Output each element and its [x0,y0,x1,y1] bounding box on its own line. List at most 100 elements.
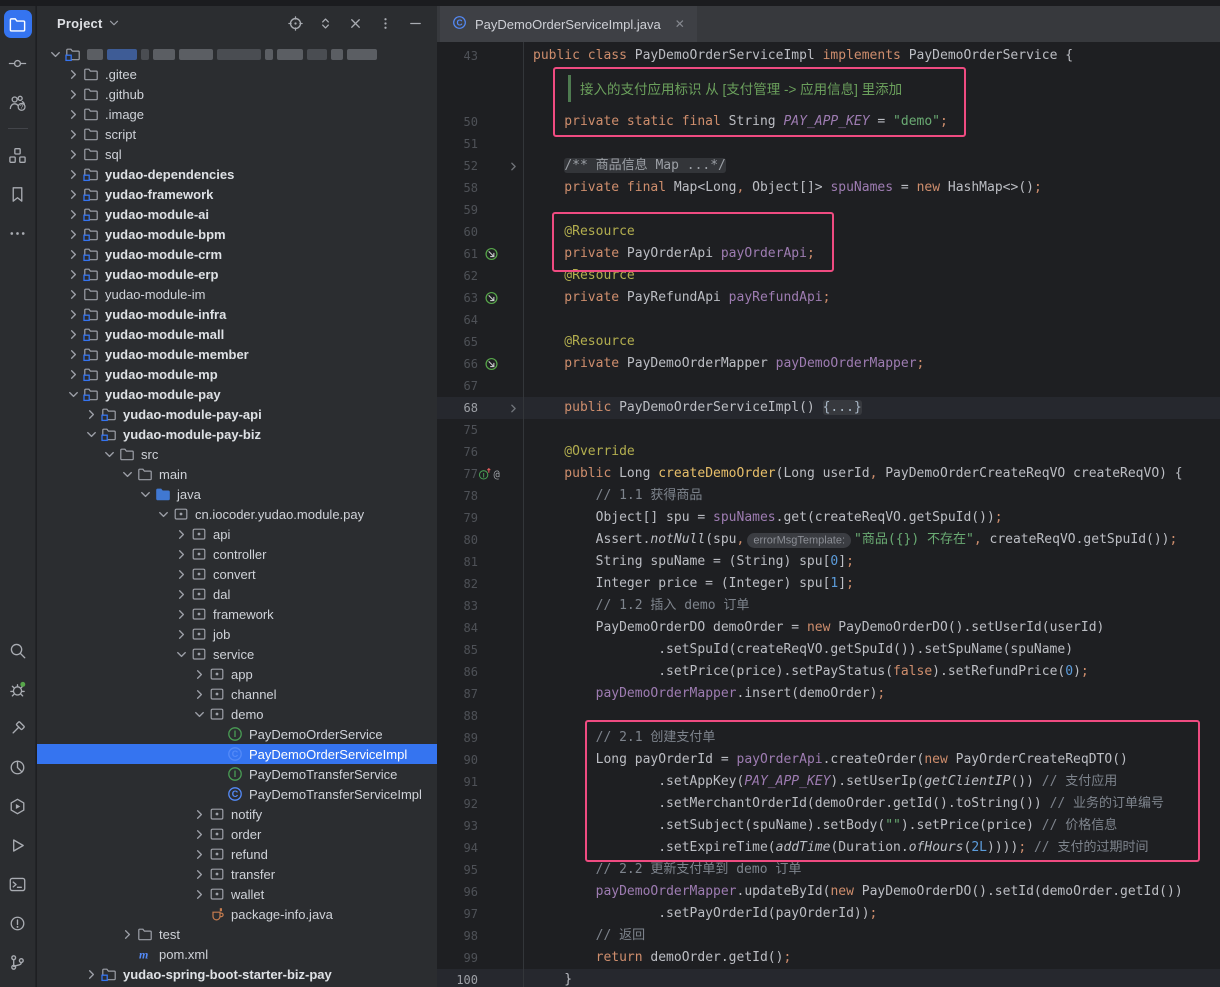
chevron-closed-icon[interactable] [173,526,190,542]
tree-item-yudao-module-erp[interactable]: yudao-module-erp [37,264,437,284]
chevron-open-icon[interactable] [155,506,172,522]
code-line-97[interactable]: 97 .setPayOrderId(payOrderId)); [437,903,1220,925]
tree-item-PayDemoTransferService[interactable]: IPayDemoTransferService [37,764,437,784]
tree-item-PayDemoTransferServiceImpl[interactable]: CPayDemoTransferServiceImpl [37,784,437,804]
build-icon[interactable] [4,714,32,742]
collapse-all-icon[interactable] [348,16,363,31]
chevron-closed-icon[interactable] [119,926,136,942]
tree-item-yudao-spring-boot-starter-biz-pay[interactable]: yudao-spring-boot-starter-biz-pay [37,964,437,984]
code-line-68[interactable]: 68 public PayDemoOrderServiceImpl() {...… [437,397,1220,419]
code-line-92[interactable]: 92 .setMerchantOrderId(demoOrder.getId()… [437,793,1220,815]
code-line-83[interactable]: 83 // 1.2 插入 demo 订单 [437,595,1220,617]
chevron-closed-icon[interactable] [65,246,82,262]
terminal-icon[interactable] [4,870,32,898]
code-line-84[interactable]: 84 PayDemoOrderDO demoOrder = new PayDem… [437,617,1220,639]
code-line-94[interactable]: 94 .setExpireTime(addTime(Duration.ofHou… [437,837,1220,859]
code-line-86[interactable]: 86 .setPrice(price).setPayStatus(false).… [437,661,1220,683]
code-line-60[interactable]: 60 @Resource [437,221,1220,243]
chevron-closed-icon[interactable] [173,546,190,562]
version-control-icon[interactable] [4,948,32,976]
tree-item-script[interactable]: script [37,124,437,144]
code-line-51[interactable]: 51 [437,133,1220,155]
code-line-75[interactable]: 75 [437,419,1220,441]
chevron-open-icon[interactable] [83,426,100,442]
project-panel-title[interactable]: Project [57,16,102,31]
locate-file-icon[interactable] [288,16,303,31]
tree-item-cn.iocoder.yudao.module.pay[interactable]: cn.iocoder.yudao.module.pay [37,504,437,524]
chevron-open-icon[interactable] [47,46,64,62]
tree-item-wallet[interactable]: wallet [37,884,437,904]
chevron-closed-icon[interactable] [191,866,208,882]
tree-item-convert[interactable]: convert [37,564,437,584]
tree-item-yudao-module-pay-api[interactable]: yudao-module-pay-api [37,404,437,424]
fold-arrow-icon[interactable] [504,160,523,173]
close-tab-icon[interactable]: ✕ [675,17,685,31]
commit-icon[interactable] [4,49,32,77]
bookmarks-icon[interactable] [4,180,32,208]
tree-item-service[interactable]: service [37,644,437,664]
chevron-open-icon[interactable] [101,446,118,462]
chevron-closed-icon[interactable] [83,406,100,422]
code-line-96[interactable]: 96 payDemoOrderMapper.updateById(new Pay… [437,881,1220,903]
more-tools-icon[interactable] [4,219,32,247]
chevron-closed-icon[interactable] [65,206,82,222]
editor-tab-active[interactable]: C PayDemoOrderServiceImpl.java ✕ [440,6,697,42]
chevron-closed-icon[interactable] [191,686,208,702]
code-line-99[interactable]: 99 return demoOrder.getId(); [437,947,1220,969]
tree-item-transfer[interactable]: transfer [37,864,437,884]
code-line-65[interactable]: 65 @Resource [437,331,1220,353]
profiler-icon[interactable] [4,753,32,781]
tree-item-yudao-module-pay-biz[interactable]: yudao-module-pay-biz [37,424,437,444]
tree-item-order[interactable]: order [37,824,437,844]
tree-item-sql[interactable]: sql [37,144,437,164]
chevron-closed-icon[interactable] [65,366,82,382]
code-line-76[interactable]: 76 @Override [437,441,1220,463]
hide-panel-icon[interactable] [408,16,423,31]
pull-requests-icon[interactable]: ? [4,88,32,116]
structure-icon[interactable] [4,141,32,169]
override-gutter-icon[interactable]: I@ [478,466,504,482]
tree-item-.github[interactable]: .github [37,84,437,104]
chevron-closed-icon[interactable] [65,126,82,142]
code-line-95[interactable]: 95 // 2.2 更新支付单到 demo 订单 [437,859,1220,881]
chevron-closed-icon[interactable] [191,846,208,862]
chevron-closed-icon[interactable] [65,66,82,82]
options-icon[interactable] [378,16,393,31]
tree-item-java[interactable]: java [37,484,437,504]
tree-item-.gitee[interactable]: .gitee [37,64,437,84]
code-line-61[interactable]: 61 private PayOrderApi payOrderApi; [437,243,1220,265]
chevron-open-icon[interactable] [65,386,82,402]
code-line-78[interactable]: 78 // 1.1 获得商品 [437,485,1220,507]
chevron-open-icon[interactable] [191,706,208,722]
tree-item-pom.xml[interactable]: mpom.xml [37,944,437,964]
chevron-closed-icon[interactable] [65,306,82,322]
tree-item-main[interactable]: main [37,464,437,484]
tree-item-test[interactable]: test [37,924,437,944]
code-line-63[interactable]: 63 private PayRefundApi payRefundApi; [437,287,1220,309]
code-editor[interactable]: 43public class PayDemoOrderServiceImpl i… [437,42,1220,987]
code-line-88[interactable]: 88 [437,705,1220,727]
tree-item-src[interactable]: src [37,444,437,464]
code-line-80[interactable]: 80 Assert.notNull(spu,errorMsgTemplate:"… [437,529,1220,551]
code-line-58[interactable]: 58 private final Map<Long, Object[]> spu… [437,177,1220,199]
spring-gutter-icon[interactable] [478,290,504,306]
debug-icon[interactable] [4,675,32,703]
code-line-93[interactable]: 93 .setSubject(spuName).setBody("").setP… [437,815,1220,837]
tree-item-yudao-module-mp[interactable]: yudao-module-mp [37,364,437,384]
code-line-64[interactable]: 64 [437,309,1220,331]
tree-item-package-info.java[interactable]: package-info.java [37,904,437,924]
tree-item-.image[interactable]: .image [37,104,437,124]
chevron-closed-icon[interactable] [65,286,82,302]
tree-item-PayDemoOrderService[interactable]: IPayDemoOrderService [37,724,437,744]
tree-item-channel[interactable]: channel [37,684,437,704]
chevron-closed-icon[interactable] [83,966,100,982]
project-icon[interactable] [4,10,32,38]
chevron-down-icon[interactable] [107,16,121,30]
tree-item-yudao-module-infra[interactable]: yudao-module-infra [37,304,437,324]
chevron-closed-icon[interactable] [65,226,82,242]
chevron-open-icon[interactable] [119,466,136,482]
code-line-66[interactable]: 66 private PayDemoOrderMapper payDemoOrd… [437,353,1220,375]
chevron-closed-icon[interactable] [191,886,208,902]
tree-item-yudao-module-mall[interactable]: yudao-module-mall [37,324,437,344]
code-line-77[interactable]: 77I@ public Long createDemoOrder(Long us… [437,463,1220,485]
